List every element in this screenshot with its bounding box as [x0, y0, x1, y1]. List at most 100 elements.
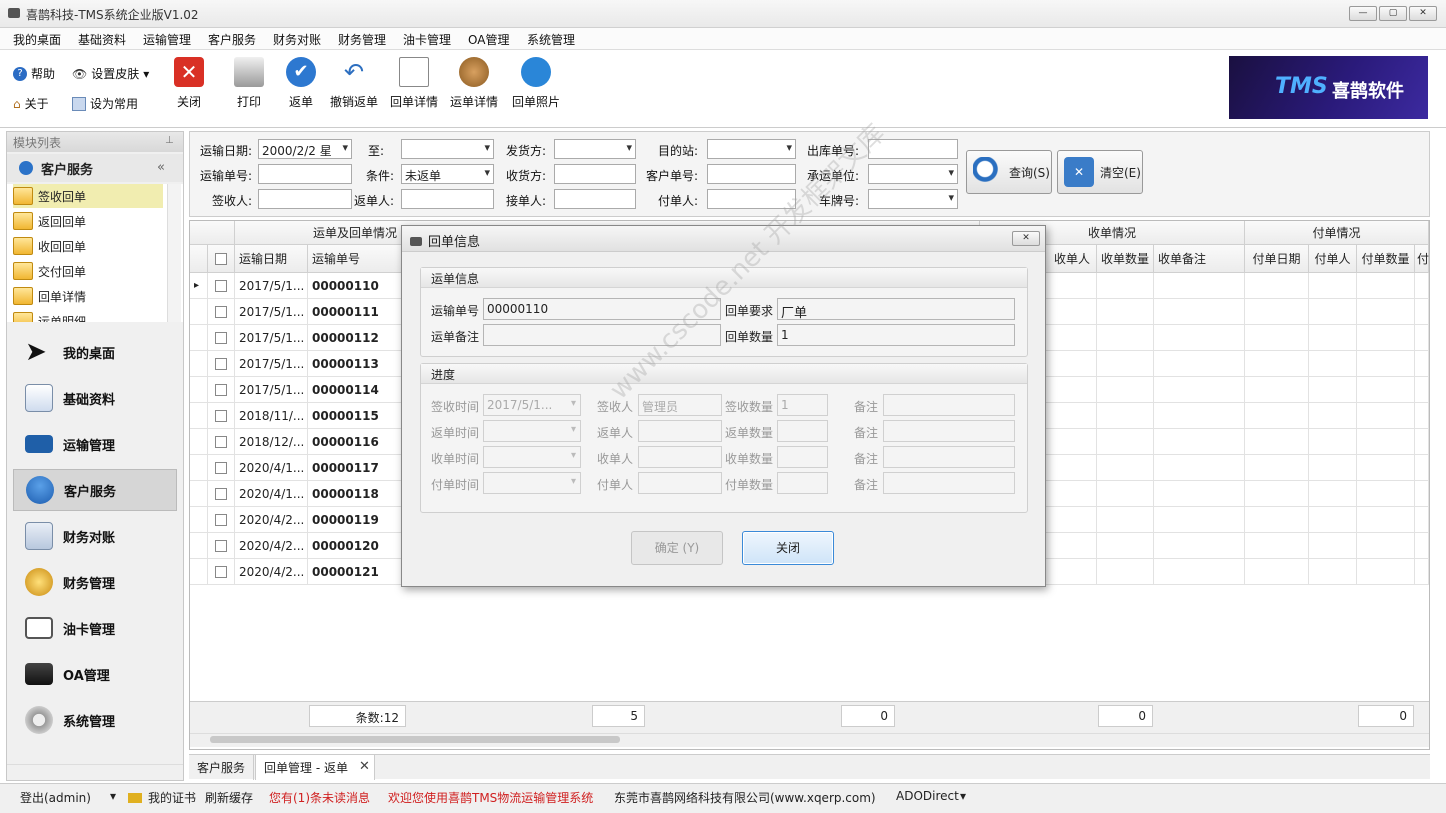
grid-h-scroll-thumb[interactable] [210, 736, 620, 743]
clear-button[interactable]: ✕ 清空(E) [1057, 150, 1143, 194]
col-recv-note[interactable]: 收单备注 [1154, 245, 1245, 273]
shipper-select[interactable] [554, 139, 636, 159]
dialog-close-icon[interactable]: ✕ [1012, 231, 1040, 246]
nav-oa[interactable]: OA管理 [13, 653, 177, 695]
logout-link[interactable]: 登出(admin) [20, 789, 91, 806]
close-window-button[interactable]: ✕ [1409, 6, 1437, 21]
receipt-photo-button[interactable]: 回单照片 [504, 55, 568, 110]
col-recv-qty[interactable]: 收单数量 [1097, 245, 1154, 273]
refresh-cache-link[interactable]: 刷新缓存 [205, 789, 253, 806]
waybill-detail-button[interactable]: 运单详情 [442, 55, 506, 110]
recv-qty-field[interactable] [777, 446, 828, 468]
plate-select[interactable] [868, 189, 958, 209]
recv-person-field[interactable] [638, 446, 722, 468]
pay-person-field[interactable] [638, 472, 722, 494]
row-checkbox[interactable] [208, 403, 235, 429]
nav-transport[interactable]: 运输管理 [13, 423, 177, 465]
menu-finance-reconcile[interactable]: 财务对账 [273, 31, 321, 48]
receipt-detail-button[interactable]: 回单详情 [382, 55, 446, 110]
sub-item-waybill[interactable]: 运单明细 [13, 309, 163, 322]
signer-field[interactable]: 管理员 [638, 394, 722, 416]
collapse-icon[interactable]: « [157, 160, 165, 175]
nav-finance-reconcile[interactable]: 财务对账 [13, 515, 177, 557]
recv-time-field[interactable] [483, 446, 581, 468]
row-checkbox[interactable] [208, 429, 235, 455]
col-pay-date[interactable]: 付单日期 [1245, 245, 1309, 273]
db-mode-dropdown[interactable]: ADODirect [896, 789, 959, 803]
carrier-select[interactable] [868, 164, 958, 184]
about-button[interactable]: ⌂ 关于 [13, 95, 49, 112]
row-checkbox[interactable] [208, 481, 235, 507]
certificate-link[interactable]: 我的证书 [148, 789, 196, 806]
row-checkbox[interactable] [208, 559, 235, 585]
return-qty-field[interactable] [777, 420, 828, 442]
receipt-qty-field[interactable]: 1 [777, 324, 1015, 346]
tab-receipt-management[interactable]: 回单管理 - 返单 [255, 755, 375, 780]
unread-message-link[interactable]: 您有(1)条未读消息 [269, 789, 370, 806]
return-note-field[interactable] [883, 420, 1015, 442]
close-tab-icon[interactable]: ✕ [359, 759, 370, 774]
maximize-button[interactable]: ▢ [1379, 6, 1407, 21]
menu-finance-manage[interactable]: 财务管理 [338, 31, 386, 48]
pay-time-field[interactable] [483, 472, 581, 494]
sign-qty-field[interactable]: 1 [777, 394, 828, 416]
nav-finance-manage[interactable]: 财务管理 [13, 561, 177, 603]
close-button[interactable]: ✕ 关闭 [157, 55, 221, 110]
col-pay-qty[interactable]: 付单数量 [1357, 245, 1415, 273]
acceptor-input[interactable] [554, 189, 636, 209]
sub-item-deliver[interactable]: 交付回单 [13, 259, 163, 283]
to-date-picker[interactable] [401, 139, 494, 159]
set-common-button[interactable]: 设为常用 [72, 95, 138, 112]
nav-system[interactable]: 系统管理 [13, 699, 177, 741]
sub-item-return[interactable]: 返回回单 [13, 209, 163, 233]
undo-return-button[interactable]: ↶ 撤销返单 [322, 55, 386, 110]
recv-note-field[interactable] [883, 446, 1015, 468]
nav-basic-data[interactable]: 基础资料 [13, 377, 177, 419]
waybill-input[interactable] [258, 164, 352, 184]
dialog-close-button[interactable]: 关闭 [742, 531, 834, 565]
sign-note-field[interactable] [883, 394, 1015, 416]
condition-select[interactable]: 未返单 [401, 164, 494, 184]
sub-item-sign[interactable]: 签收回单 [13, 184, 163, 208]
dest-select[interactable] [707, 139, 796, 159]
col-transport-date[interactable]: 运输日期 [235, 245, 308, 273]
customer-no-input[interactable] [707, 164, 796, 184]
menu-customer-service[interactable]: 客户服务 [208, 31, 256, 48]
row-checkbox[interactable] [208, 351, 235, 377]
receipt-requirement-field[interactable]: 厂单 [777, 298, 1015, 320]
pay-note-field[interactable] [883, 472, 1015, 494]
skin-button[interactable]: 👁 设置皮肤 ▾ [72, 65, 149, 82]
col-pay-person[interactable]: 付单人 [1309, 245, 1357, 273]
return-time-field[interactable] [483, 420, 581, 442]
row-checkbox[interactable] [208, 507, 235, 533]
sub-list-scrollbar[interactable] [167, 184, 181, 322]
menu-oa[interactable]: OA管理 [468, 31, 509, 48]
tab-customer-service[interactable]: 客户服务 [189, 755, 255, 780]
select-all-checkbox[interactable] [208, 245, 235, 273]
menu-basic-data[interactable]: 基础资料 [78, 31, 126, 48]
row-checkbox[interactable] [208, 533, 235, 559]
menu-desktop[interactable]: 我的桌面 [13, 31, 61, 48]
nav-desktop[interactable]: ➤ 我的桌面 [13, 331, 177, 373]
returner-input[interactable] [401, 189, 494, 209]
signer-input[interactable] [258, 189, 352, 209]
menu-fuel-card[interactable]: 油卡管理 [403, 31, 451, 48]
sub-item-receive[interactable]: 收回回单 [13, 234, 163, 258]
minimize-button[interactable]: — [1349, 6, 1377, 21]
nav-fuel-card[interactable]: 油卡管理 [13, 607, 177, 649]
row-checkbox[interactable] [208, 377, 235, 403]
pay-qty-field[interactable] [777, 472, 828, 494]
receiver-input[interactable] [554, 164, 636, 184]
returner-field[interactable] [638, 420, 722, 442]
sign-time-field[interactable]: 2017/5/1... [483, 394, 581, 416]
pin-icon[interactable]: ⊥ [165, 135, 174, 146]
left-panel-scrollbar[interactable] [7, 764, 183, 778]
query-button[interactable]: 查询(S) [966, 150, 1052, 194]
nav-customer-service[interactable]: 客户服务 [13, 469, 177, 511]
menu-transport[interactable]: 运输管理 [143, 31, 191, 48]
row-checkbox[interactable] [208, 299, 235, 325]
menu-system[interactable]: 系统管理 [527, 31, 575, 48]
row-checkbox[interactable] [208, 273, 235, 299]
row-checkbox[interactable] [208, 455, 235, 481]
confirm-button[interactable]: 确定 (Y) [631, 531, 723, 565]
